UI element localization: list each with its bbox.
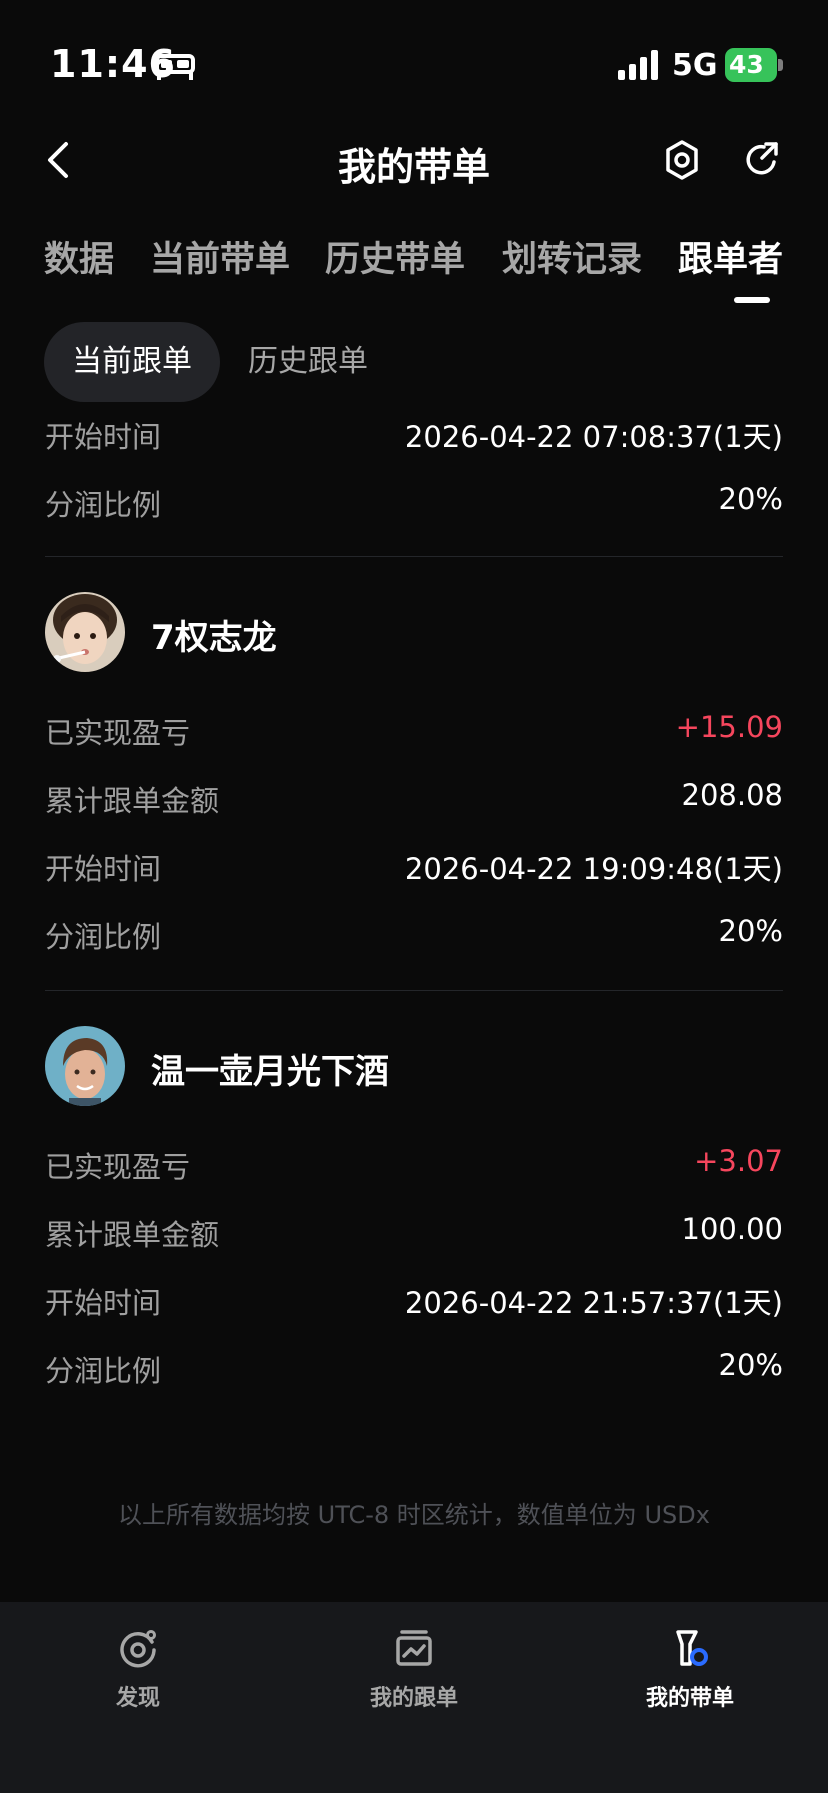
divider — [45, 556, 783, 557]
total-amount-label: 累计跟单金额 — [45, 784, 220, 818]
total-amount-label: 累计跟单金额 — [45, 1218, 220, 1252]
network-label: 5G — [672, 48, 718, 83]
info-row: 分润比例 20% — [45, 474, 783, 524]
subtab-current-follow[interactable]: 当前跟单 — [44, 322, 220, 402]
tab-active-indicator — [734, 297, 770, 303]
divider — [45, 990, 783, 991]
bottom-nav-my-follow[interactable]: 我的跟单 — [314, 1628, 514, 1718]
share-ratio-value: 20% — [718, 482, 783, 516]
realized-pnl-label: 已实现盈亏 — [45, 716, 191, 750]
signal-icon — [618, 50, 658, 80]
total-amount-value: 100.00 — [681, 1212, 783, 1246]
follower-header[interactable]: 温一壶月光下酒 — [45, 1026, 783, 1106]
share-icon[interactable] — [742, 138, 782, 182]
page-title: 我的带单 — [337, 145, 490, 189]
bottom-nav-label: 我的跟单 — [369, 1686, 458, 1711]
battery-icon: 43 — [725, 48, 785, 82]
start-time-label: 开始时间 — [45, 1286, 162, 1320]
tab-history-lead[interactable]: 历史带单 — [325, 231, 465, 282]
follower-name: 7权志龙 — [151, 618, 277, 658]
start-time-value: 2026-04-22 21:57:37(1天) — [404, 1286, 783, 1320]
info-row: 开始时间 2026-04-22 19:09:48(1天) — [45, 838, 783, 888]
follower-header[interactable]: 7权志龙 — [45, 592, 783, 672]
nav-bar: 我的带单 — [0, 120, 828, 200]
info-row: 累计跟单金额 208.08 — [45, 770, 783, 820]
share-ratio-label: 分润比例 — [45, 920, 162, 954]
bottom-nav-discover[interactable]: 发现 — [38, 1628, 238, 1718]
footnote: 以上所有数据均按 UTC-8 时区统计，数值单位为 USDx — [118, 1501, 710, 1529]
start-time-label: 开始时间 — [45, 420, 162, 454]
battery-tip — [778, 59, 783, 71]
info-row: 已实现盈亏 +15.09 — [45, 702, 783, 752]
start-time-label: 开始时间 — [45, 852, 162, 886]
bottom-nav-my-lead[interactable]: 我的带单 — [590, 1628, 790, 1718]
follower-name: 温一壶月光下酒 — [151, 1052, 389, 1092]
total-amount-value: 208.08 — [681, 778, 783, 812]
subtab-history-follow[interactable]: 历史跟单 — [248, 322, 368, 402]
share-ratio-value: 20% — [718, 1348, 783, 1382]
share-ratio-label: 分润比例 — [45, 488, 162, 522]
lead-trade-icon — [676, 1630, 708, 1666]
info-row: 分润比例 20% — [45, 1340, 783, 1390]
battery-level: 43 — [725, 48, 777, 82]
start-time-value: 2026-04-22 19:09:48(1天) — [404, 852, 783, 886]
info-row: 开始时间 2026-04-22 21:57:37(1天) — [45, 1272, 783, 1322]
info-row: 开始时间 2026-04-22 07:08:37(1天) — [45, 406, 783, 456]
realized-pnl-value: +3.07 — [694, 1144, 783, 1178]
realized-pnl-label: 已实现盈亏 — [45, 1150, 191, 1184]
copy-trade-icon — [396, 1630, 432, 1666]
info-row: 累计跟单金额 100.00 — [45, 1204, 783, 1254]
info-row: 已实现盈亏 +3.07 — [45, 1136, 783, 1186]
bottom-nav-label: 我的带单 — [645, 1686, 734, 1711]
tab-current-lead[interactable]: 当前带单 — [150, 231, 290, 282]
info-row: 分润比例 20% — [45, 906, 783, 956]
settings-icon[interactable] — [662, 138, 702, 182]
share-ratio-value: 20% — [718, 914, 783, 948]
avatar — [45, 592, 125, 672]
share-ratio-label: 分润比例 — [45, 1354, 162, 1388]
realized-pnl-value: +15.09 — [675, 710, 783, 744]
start-time-value: 2026-04-22 07:08:37(1天) — [404, 420, 783, 454]
status-bar: 11:46 5G 43 — [0, 0, 828, 130]
tab-transfer-records[interactable]: 划转记录 — [502, 231, 642, 282]
tab-data[interactable]: 数据 — [44, 231, 114, 282]
bottom-nav-label: 发现 — [115, 1686, 160, 1711]
tab-followers[interactable]: 跟单者 — [678, 231, 783, 282]
bottom-nav: 发现 我的跟单 我的带单 — [0, 1602, 828, 1793]
discover-icon — [120, 1630, 156, 1668]
bed-icon — [155, 54, 195, 80]
main-tabs: 数据 当前带单 历史带单 划转记录 跟单者 — [0, 225, 828, 305]
avatar — [45, 1026, 125, 1106]
